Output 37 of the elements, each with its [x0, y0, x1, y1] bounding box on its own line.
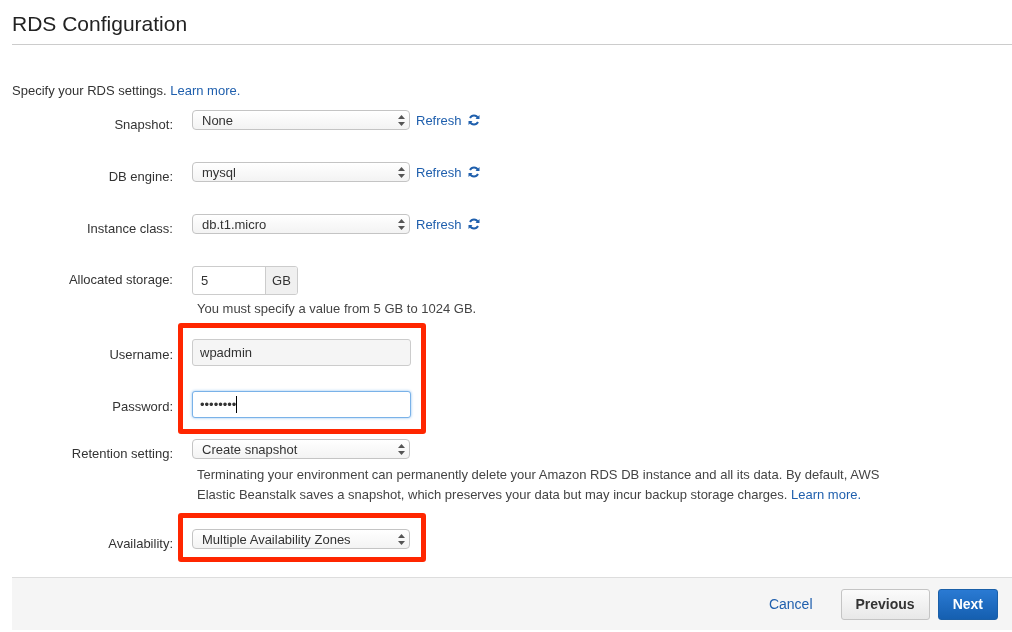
page-title: RDS Configuration	[12, 0, 1012, 45]
field-label: Snapshot:	[113, 116, 173, 134]
text-cursor	[236, 396, 238, 413]
hint-text: You must specify a value from 5 GB to 1024 GB.	[197, 300, 478, 318]
field-label: Availability:	[107, 535, 173, 553]
select-arrows-icon	[398, 166, 405, 178]
next-button[interactable]: Next	[937, 588, 998, 620]
text-field[interactable]: ••••••••	[192, 391, 411, 418]
refresh-icon	[467, 166, 480, 178]
learn-more-link[interactable]: Learn more.	[791, 487, 862, 502]
field-label: DB engine:	[107, 168, 173, 186]
select-field[interactable]: Multiple Availability Zones	[192, 529, 410, 549]
select-arrows-icon	[398, 533, 405, 545]
refresh-icon	[467, 218, 480, 230]
refresh-icon	[467, 114, 480, 126]
cancel-link[interactable]: Cancel	[768, 596, 813, 612]
text-field[interactable]: wpadmin	[192, 339, 411, 366]
refresh-link[interactable]: Refresh	[416, 164, 480, 180]
intro-text: Specify your RDS settings. Learn more.	[12, 83, 242, 98]
refresh-link[interactable]: Refresh	[416, 216, 480, 232]
description-text: Terminating your environment can permanently delete your Amazon RDS DB instance and all its data. By default, AWS Elastic Beanstalk saves a snapshot, which preserves your data but may incur backup storage charges. Learn more.	[197, 466, 881, 504]
field-label: Password:	[111, 398, 173, 416]
storage-field[interactable]: 5 GB	[192, 266, 298, 295]
field-label: Instance class:	[86, 220, 173, 238]
select-arrows-icon	[398, 114, 405, 126]
learn-more-link[interactable]: Learn more.	[170, 83, 241, 98]
select-field[interactable]: db.t1.micro	[192, 214, 410, 234]
select-field[interactable]: Create snapshot	[192, 439, 410, 459]
select-arrows-icon	[398, 218, 405, 230]
previous-button[interactable]: Previous	[840, 588, 930, 620]
refresh-link[interactable]: Refresh	[416, 112, 480, 128]
select-field[interactable]: None	[192, 110, 410, 130]
field-label: Username:	[108, 346, 173, 364]
select-arrows-icon	[398, 443, 405, 455]
field-label: Allocated storage:	[67, 271, 173, 289]
select-field[interactable]: mysql	[192, 162, 410, 182]
field-label: Retention setting:	[70, 445, 173, 463]
